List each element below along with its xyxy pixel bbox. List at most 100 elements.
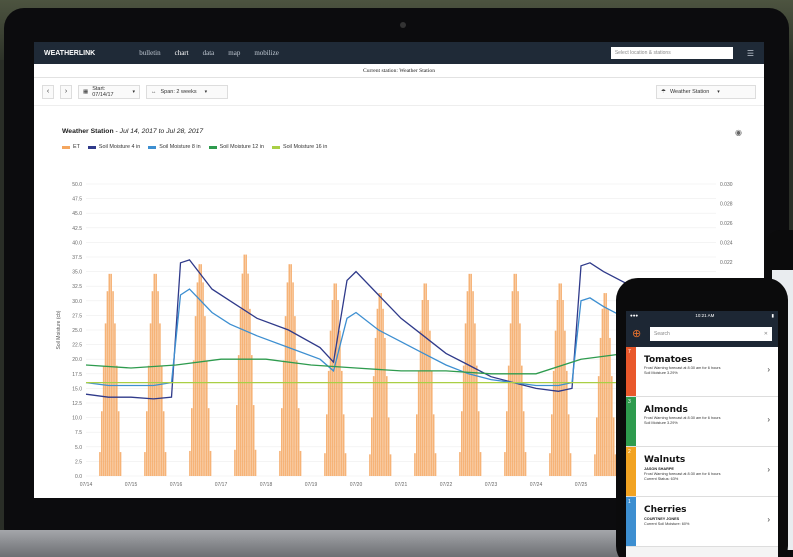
nav-bulletin[interactable]: bulletin (139, 49, 160, 57)
app-logo[interactable]: WEATHERLINK (44, 50, 95, 57)
et-bar (206, 360, 208, 476)
phone-search-row: ⊕ Search ✕ (626, 321, 778, 347)
crop-list-item[interactable]: 7 Tomatoes Frost Warning forecast at 8:30 … (626, 347, 778, 397)
et-bar (327, 370, 330, 476)
top-nav: WEATHERLINK bulletin chart data map mobi… (34, 42, 764, 64)
phone-time: 10:21 AM (695, 313, 715, 318)
signal-icon: ●●● (630, 313, 639, 318)
et-bar (549, 453, 551, 476)
priority-flag: 1 (626, 497, 636, 546)
legend-item[interactable]: Soil Moisture 12 in (208, 144, 264, 150)
et-bar (324, 453, 326, 476)
y-tick-label: 15.0 (72, 386, 82, 392)
y2-tick-label: 0.022 (720, 260, 733, 266)
legend-swatch (148, 145, 157, 149)
et-bar (106, 291, 109, 476)
et-bar (236, 405, 238, 476)
et-bar (198, 264, 201, 476)
legend-item[interactable]: Soil Moisture 8 in (148, 144, 201, 150)
close-icon[interactable]: ✕ (764, 331, 768, 337)
span-icon: ↔ (151, 88, 157, 95)
next-button[interactable]: › (60, 84, 72, 99)
et-bar (479, 452, 482, 476)
chevron-right-icon: › (767, 415, 770, 424)
x-tick-label: 07/23 (485, 482, 498, 488)
et-bar (386, 376, 388, 476)
et-bar (566, 370, 568, 476)
et-bar (515, 273, 517, 476)
priority-number: 2 (628, 449, 631, 455)
menu-icon[interactable]: ☰ (747, 49, 754, 58)
x-tick-label: 07/17 (215, 482, 228, 488)
station-select[interactable]: ☂ Weather Station ▾ (656, 84, 756, 99)
et-bar (599, 337, 602, 476)
et-bar (112, 291, 114, 476)
y2-tick-label: 0.024 (720, 240, 733, 246)
y2-tick-label: 0.026 (720, 221, 733, 227)
station-search-input[interactable]: Select location & stations (610, 47, 733, 59)
priority-flag: 2 (626, 447, 636, 496)
et-bar (288, 264, 291, 476)
chevron-down-icon: ▾ (132, 88, 135, 95)
x-tick-label: 07/15 (125, 482, 138, 488)
priority-number: 3 (628, 399, 631, 405)
crosshair-logo-icon[interactable]: ⊕ (632, 328, 644, 340)
et-bar (511, 291, 514, 476)
et-bar (556, 299, 559, 476)
y2-tick-label: 0.028 (720, 201, 733, 207)
et-bar (157, 291, 159, 476)
et-bar (249, 308, 251, 476)
nav-chart[interactable]: chart (175, 49, 189, 57)
legend-item[interactable]: ET (62, 144, 80, 150)
start-date-select[interactable]: ▦ Start: 07/14/17 ▾ (78, 84, 140, 99)
chevron-right-icon: › (767, 465, 770, 474)
et-bar (108, 273, 111, 476)
legend-item[interactable]: Soil Moisture 4 in (87, 144, 140, 150)
et-bar (432, 414, 435, 476)
et-bar (416, 414, 418, 476)
legend-label: ET (73, 144, 80, 150)
et-bar (252, 405, 255, 476)
crop-list-item[interactable]: 2 Walnuts JASON SHARPE Frost Warning foreca… (626, 447, 778, 497)
nav-mobilize[interactable]: mobilize (254, 49, 279, 57)
et-bar (117, 411, 120, 476)
et-bar (522, 411, 525, 476)
crop-name: Tomatoes (644, 355, 693, 365)
chevron-down-icon: ▾ (204, 88, 208, 95)
et-bar (251, 355, 253, 476)
crop-list-item[interactable]: 3 Almonds Frost Warning forecast at 8:30 a… (626, 397, 778, 447)
legend-item[interactable]: Soil Moisture 16 in (271, 144, 327, 150)
et-bar (151, 291, 154, 476)
phone-status-bar: ●●● 10:21 AM ▮ (626, 311, 778, 321)
y-tick-label: 30.0 (72, 299, 82, 305)
current-station-bar: Current station: Weather Station (34, 64, 764, 78)
legend-swatch (271, 145, 280, 149)
et-bar (477, 411, 480, 476)
et-bar (459, 452, 461, 476)
priority-number: 7 (628, 349, 631, 355)
crop-list-item[interactable]: 1 Cherries COURTNEY JONES Current Soil Mois… (626, 497, 778, 547)
et-bar (389, 454, 392, 476)
et-bar (603, 293, 606, 476)
priority-flag: 3 (626, 397, 636, 446)
phone-search-placeholder: Search (654, 331, 670, 337)
et-bar (427, 299, 429, 476)
y-tick-label: 35.0 (72, 270, 82, 276)
crop-name: Cherries (644, 505, 687, 515)
station-select-label: Weather Station (669, 88, 710, 95)
et-bar (207, 408, 210, 476)
nav-data[interactable]: data (203, 49, 215, 57)
span-select[interactable]: ↔ Span: 2 weeks ▾ (146, 84, 228, 99)
priority-number: 1 (628, 499, 631, 505)
prev-button[interactable]: ‹ (42, 84, 54, 99)
et-bar (596, 417, 598, 476)
chevron-down-icon: ▾ (717, 88, 720, 95)
legend-swatch (87, 145, 96, 149)
globe-icon[interactable]: ◉ (735, 128, 742, 137)
et-bar (472, 291, 474, 476)
phone-search-input[interactable]: Search ✕ (650, 327, 772, 341)
crop-name: Walnuts (644, 455, 686, 465)
y-tick-label: 0.0 (75, 474, 82, 480)
nav-map[interactable]: map (228, 49, 240, 57)
et-bar (513, 273, 516, 476)
